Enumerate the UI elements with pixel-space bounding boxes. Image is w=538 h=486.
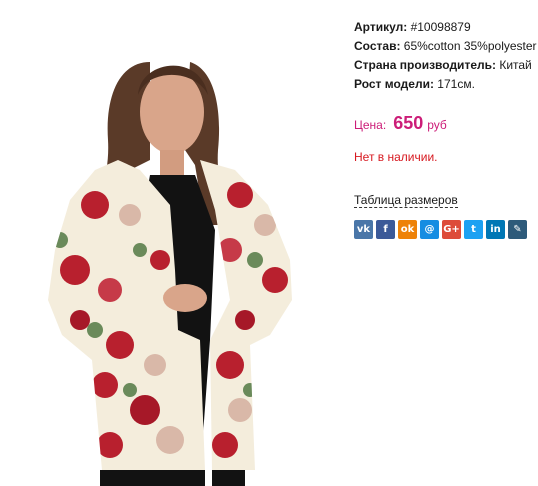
country-label: Страна производитель: <box>354 58 496 72</box>
model-height-label: Рост модели: <box>354 77 434 91</box>
vkontakte-icon: vk <box>356 224 371 235</box>
price-label: Цена: <box>354 118 387 132</box>
price-value: 650 <box>393 113 424 133</box>
price: Цена: 650 руб <box>354 113 538 137</box>
facebook-share-button[interactable]: f <box>376 220 395 239</box>
model-height-value: 171см. <box>437 77 475 91</box>
sku-row: Артикул: #10098879 <box>354 18 538 37</box>
composition-row: Состав: 65%cotton 35%polyester <box>354 37 538 56</box>
moimir-share-button[interactable]: @ <box>420 220 439 239</box>
country-value: Китай <box>499 58 532 72</box>
stock-status: Нет в наличии. <box>354 150 438 164</box>
size-table-link[interactable]: Таблица размеров <box>354 193 458 208</box>
composition-value: 65%cotton 35%polyester <box>403 39 537 53</box>
sku-label: Артикул: <box>354 20 408 34</box>
facebook-icon: f <box>383 224 388 235</box>
price-currency: руб <box>427 118 447 132</box>
linkedin-icon: in <box>490 224 501 235</box>
moimir-icon: @ <box>424 224 435 235</box>
twitter-share-button[interactable]: t <box>464 220 483 239</box>
country-row: Страна производитель: Китай <box>354 56 538 75</box>
google-plus-share-button[interactable]: G+ <box>442 220 461 239</box>
twitter-icon: t <box>471 224 476 235</box>
model-height-row: Рост модели: 171см. <box>354 75 538 94</box>
vkontakte-share-button[interactable]: vk <box>354 220 373 239</box>
model-image <box>48 62 292 486</box>
livejournal-icon: ✎ <box>513 224 522 235</box>
odnoklassniki-icon: ok <box>400 224 415 235</box>
google-plus-icon: G+ <box>443 224 460 235</box>
product-info: Артикул: #10098879 Состав: 65%cotton 35%… <box>354 18 538 239</box>
odnoklassniki-share-button[interactable]: ok <box>398 220 417 239</box>
social-share-bar: vk f ok @ G+ t in ✎ <box>354 220 538 239</box>
sku-value: #10098879 <box>410 20 471 34</box>
linkedin-share-button[interactable]: in <box>486 220 505 239</box>
product-photo[interactable] <box>0 0 345 486</box>
livejournal-share-button[interactable]: ✎ <box>508 220 527 239</box>
composition-label: Состав: <box>354 39 401 53</box>
